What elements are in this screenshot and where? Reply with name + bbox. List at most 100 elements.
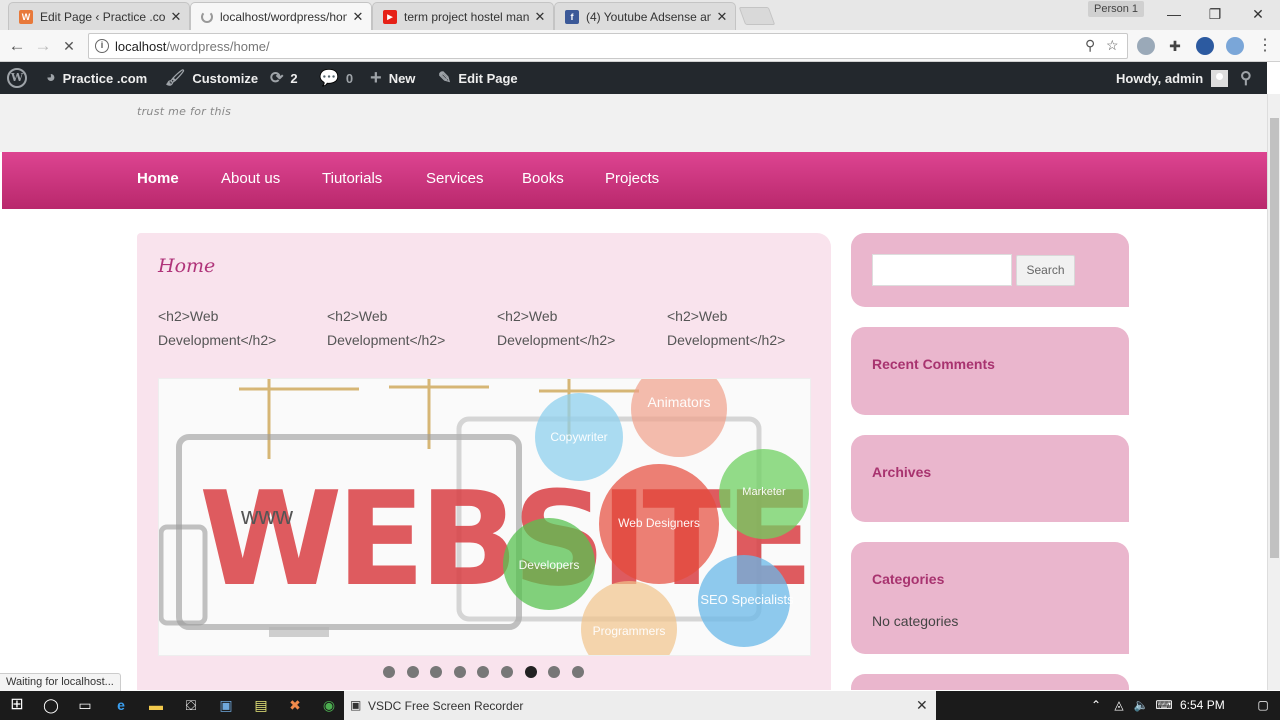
task-view-icon[interactable]: ▭ bbox=[74, 695, 96, 715]
window-close-icon[interactable]: ✕ bbox=[1246, 4, 1270, 24]
page-scrollbar[interactable] bbox=[1267, 94, 1280, 690]
profile-button[interactable]: Person 1 bbox=[1088, 1, 1144, 17]
search-icon[interactable]: ⚲ bbox=[1240, 62, 1252, 94]
bubble-label: Copywriter bbox=[550, 430, 607, 444]
address-bar[interactable]: i localhost/wordpress/home/ ⚲ ☆ bbox=[88, 33, 1128, 59]
wp-logo-button[interactable]: W bbox=[7, 62, 27, 94]
my-account-link[interactable]: Howdy, admin bbox=[1116, 62, 1229, 94]
tab-localhost-home[interactable]: localhost/wordpress/home/ ✕ bbox=[190, 2, 372, 30]
puzzle-extension-icon[interactable]: ✚ bbox=[1166, 37, 1184, 55]
site-tagline: trust me for this bbox=[137, 105, 232, 118]
slider-dot[interactable] bbox=[571, 666, 584, 678]
scrollbar-thumb[interactable] bbox=[1270, 118, 1279, 558]
slider-dot[interactable] bbox=[383, 666, 395, 678]
updates-count: 2 bbox=[290, 70, 298, 86]
wordpress-logo-icon: W bbox=[7, 68, 27, 88]
volume-muted-icon[interactable]: 🔈 bbox=[1130, 695, 1152, 715]
windows-taskbar: ⊞ ◯ ▭ e ▬ ⛋ ▣ ▤ ✖ ◉ ▣ VSDC Free Screen R… bbox=[0, 691, 1280, 720]
tab-facebook-adsense[interactable]: f (4) Youtube Adsense and ✕ bbox=[554, 2, 736, 30]
cortana-circle-icon[interactable]: ◯ bbox=[40, 695, 62, 715]
site-info-icon[interactable]: i bbox=[95, 39, 109, 53]
no-categories-text: No categories bbox=[872, 613, 959, 629]
wordpress-icon: W bbox=[19, 9, 33, 24]
nav-books[interactable]: Books bbox=[522, 170, 564, 187]
web-page: trust me for this Home About us Tiutoria… bbox=[0, 94, 1267, 690]
bubble-label: Web Designers bbox=[618, 516, 700, 530]
close-tab-icon[interactable]: ✕ bbox=[351, 9, 365, 25]
zoom-icon[interactable]: ⚲ bbox=[1085, 37, 1095, 54]
extension-icon[interactable] bbox=[1196, 37, 1214, 55]
close-tab-icon[interactable]: ✕ bbox=[169, 9, 183, 25]
slider-dot[interactable] bbox=[453, 666, 466, 678]
close-tab-icon[interactable]: ✕ bbox=[533, 9, 547, 25]
search-input[interactable] bbox=[872, 254, 1012, 286]
file-explorer-icon[interactable]: ▬ bbox=[145, 695, 167, 715]
notepad-icon[interactable]: ▤ bbox=[250, 695, 272, 715]
search-button[interactable]: Search bbox=[1016, 255, 1075, 286]
image-slider[interactable]: WEBSITE www Animators Copywriter Markete… bbox=[158, 378, 811, 656]
tab-title: Edit Page ‹ Practice .com bbox=[40, 9, 165, 24]
tab-title: term project hostel management bbox=[404, 9, 529, 24]
feature-column: <h2>Web Development</h2> bbox=[158, 308, 277, 348]
menu-dots-icon[interactable]: ⋮ bbox=[1254, 35, 1276, 57]
slider-dot[interactable] bbox=[501, 666, 513, 678]
network-icon[interactable]: ◬ bbox=[1108, 695, 1130, 715]
updates-link[interactable]: ⟳ 2 bbox=[270, 62, 298, 94]
language-icon[interactable]: ⌨ bbox=[1153, 695, 1175, 715]
status-bar: Waiting for localhost... bbox=[0, 673, 121, 691]
categories-widget: Categories No categories bbox=[851, 542, 1129, 654]
new-content-link[interactable]: + New bbox=[370, 62, 415, 94]
dashboard-gauge-icon: ◕ bbox=[46, 69, 56, 86]
comments-count: 0 bbox=[345, 70, 354, 86]
store-icon[interactable]: ⛋ bbox=[180, 695, 202, 715]
customize-label: Customize bbox=[192, 70, 259, 86]
edit-page-link[interactable]: ✎ Edit Page bbox=[438, 62, 518, 94]
slider-dot[interactable] bbox=[548, 666, 561, 678]
stop-loading-icon[interactable]: ✕ bbox=[58, 35, 80, 57]
comment-bubble-icon: 💬 bbox=[319, 70, 339, 87]
paintbrush-icon: 🖌 bbox=[165, 70, 186, 87]
close-tab-icon[interactable]: ✕ bbox=[715, 9, 729, 25]
app-icon[interactable]: ▣ bbox=[215, 695, 237, 715]
loading-spinner-icon bbox=[201, 10, 213, 23]
clock: 6:54 PM bbox=[1180, 698, 1225, 712]
site-name-link[interactable]: ◕ Practice .com bbox=[46, 62, 147, 94]
feature-column: <h2>Web Development</h2> bbox=[667, 308, 786, 348]
nav-projects[interactable]: Projects bbox=[605, 170, 659, 187]
chrome-icon[interactable]: ◉ bbox=[318, 695, 340, 715]
tab-title: localhost/wordpress/home/ bbox=[220, 9, 347, 24]
nav-services[interactable]: Services bbox=[426, 170, 484, 187]
nav-tutorials[interactable]: Tiutorials bbox=[322, 170, 382, 187]
xampp-icon[interactable]: ✖ bbox=[284, 695, 306, 715]
vsdc-recorder-window[interactable]: ▣ VSDC Free Screen Recorder ✕ bbox=[344, 691, 936, 720]
bookmark-star-icon[interactable]: ☆ bbox=[1106, 37, 1119, 54]
bubble-label: SEO Specialists bbox=[700, 592, 794, 607]
nav-about-us[interactable]: About us bbox=[221, 170, 280, 187]
widget-title: Categories bbox=[872, 571, 945, 587]
extension-icon[interactable] bbox=[1137, 37, 1155, 55]
wp-admin-bar: W ◕ Practice .com 🖌 Customize ⟳ 2 💬 0 + … bbox=[0, 62, 1267, 94]
plus-icon: + bbox=[370, 66, 382, 89]
notifications-icon[interactable]: ▢ bbox=[1252, 695, 1274, 715]
tab-youtube-term-project[interactable]: ▶ term project hostel management ✕ bbox=[372, 2, 554, 30]
restore-icon[interactable]: ❐ bbox=[1203, 4, 1227, 24]
chevron-up-icon[interactable]: ⌃ bbox=[1085, 695, 1107, 715]
slider-dot[interactable] bbox=[524, 666, 537, 678]
slider-dot[interactable] bbox=[430, 666, 443, 678]
forward-arrow-icon[interactable]: → bbox=[32, 35, 54, 57]
tab-title: (4) Youtube Adsense and bbox=[586, 9, 711, 24]
tab-edit-page[interactable]: W Edit Page ‹ Practice .com ✕ bbox=[8, 2, 190, 30]
back-arrow-icon[interactable]: ← bbox=[6, 35, 28, 57]
url-text[interactable]: localhost/wordpress/home/ bbox=[115, 39, 270, 54]
new-tab-button[interactable] bbox=[738, 7, 776, 25]
windows-start-icon[interactable]: ⊞ bbox=[6, 695, 28, 715]
customize-link[interactable]: 🖌 Customize bbox=[165, 62, 258, 94]
nav-home[interactable]: Home bbox=[137, 170, 179, 187]
vsdc-close-icon[interactable]: ✕ bbox=[916, 697, 928, 714]
comments-link[interactable]: 💬 0 bbox=[319, 62, 353, 94]
slider-dot[interactable] bbox=[477, 666, 490, 678]
minimize-icon[interactable]: — bbox=[1162, 4, 1186, 24]
slider-dot[interactable] bbox=[406, 666, 419, 678]
edge-browser-icon[interactable]: e bbox=[110, 695, 132, 715]
extension-icon[interactable] bbox=[1226, 37, 1244, 55]
